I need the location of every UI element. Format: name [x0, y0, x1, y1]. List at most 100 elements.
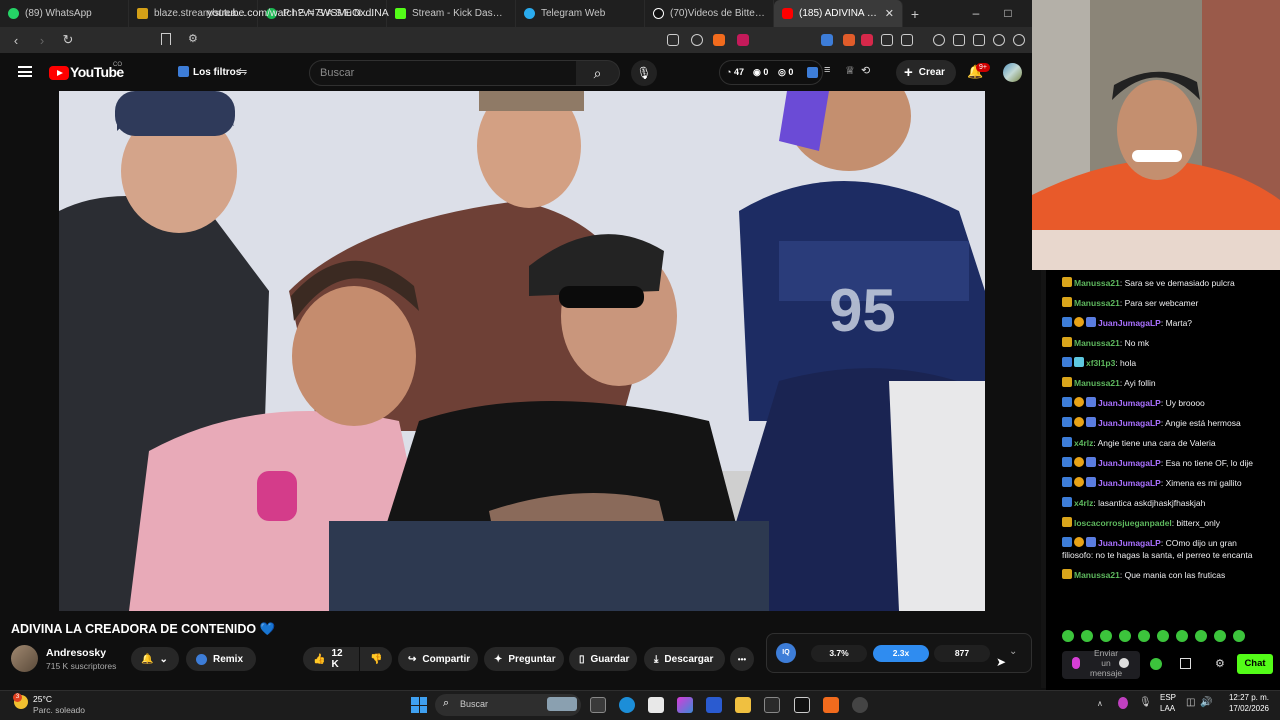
reload-icon[interactable]: ↻	[58, 32, 78, 48]
video-player[interactable]: 95	[59, 91, 985, 611]
trophy-icon[interactable]: ♕	[845, 64, 855, 77]
channel-name[interactable]: Andresosky	[46, 647, 106, 659]
language-label[interactable]: ESP	[1160, 693, 1176, 702]
tray-expand-icon[interactable]: ∧	[1097, 699, 1103, 708]
emote-icon[interactable]	[1062, 630, 1074, 642]
ext-orange-icon[interactable]	[843, 34, 855, 46]
emote-icon[interactable]	[1157, 630, 1169, 642]
app-black-icon[interactable]	[794, 697, 810, 713]
search-input[interactable]: Buscar	[309, 60, 577, 86]
emote-icon[interactable]	[1081, 630, 1093, 642]
menu-icon[interactable]	[18, 66, 32, 77]
vpn-icon[interactable]	[1013, 34, 1025, 46]
copilot-icon[interactable]	[677, 697, 693, 713]
file-explorer-icon[interactable]	[735, 697, 751, 713]
translate-ext-icon[interactable]	[821, 34, 833, 46]
coin-badge-icon	[1074, 397, 1084, 407]
chat-send-button[interactable]: Chat	[1237, 654, 1273, 674]
clock-time[interactable]: 12:27 p. m.	[1224, 693, 1269, 702]
filters-icon[interactable]	[178, 66, 189, 77]
music-icon[interactable]	[933, 34, 945, 46]
edge-icon[interactable]	[619, 697, 635, 713]
emote-icon[interactable]	[1214, 630, 1226, 642]
minimize-button[interactable]: –	[960, 0, 992, 27]
tab-tiktok[interactable]: (70)Videos de Bitter 123 (@	[645, 0, 774, 27]
emoji-icon[interactable]	[1119, 658, 1129, 668]
stat-a: ◔ 47	[726, 67, 744, 77]
like-button[interactable]: 👍 12 K	[303, 647, 359, 671]
youtube-logo-icon[interactable]	[49, 66, 69, 80]
crown-badge-icon	[1086, 317, 1096, 327]
list-icon[interactable]: ≡	[824, 64, 830, 76]
volume-icon[interactable]: 🔊	[1200, 697, 1212, 708]
dislike-button[interactable]: 👎	[360, 647, 392, 671]
store-icon[interactable]	[648, 697, 664, 713]
subscriber-badge-icon	[1062, 277, 1072, 287]
brave-shield-icon[interactable]	[713, 34, 725, 46]
obs-icon[interactable]	[852, 697, 868, 713]
share-icon[interactable]	[691, 34, 703, 46]
screenshot-icon[interactable]	[901, 34, 913, 46]
ms-store-icon[interactable]	[706, 697, 722, 713]
tab-telegram[interactable]: Telegram Web	[516, 0, 645, 27]
network-icon[interactable]: ◫	[1186, 697, 1195, 708]
blaze-icon	[137, 8, 148, 19]
cast-icon[interactable]	[667, 34, 679, 46]
emote-icon[interactable]	[1119, 630, 1131, 642]
wallet-icon[interactable]	[973, 34, 985, 46]
iq-ext-icon[interactable]	[807, 67, 818, 78]
create-button[interactable]: + Crear	[896, 60, 956, 85]
language-label-2[interactable]: LAA	[1160, 704, 1175, 713]
brave-taskbar-icon[interactable]	[823, 697, 839, 713]
emote-icon[interactable]	[1138, 630, 1150, 642]
save-button[interactable]: ▯ Guardar	[569, 647, 637, 671]
forward-icon[interactable]: ›	[32, 33, 52, 48]
tab-whatsapp[interactable]: (89) WhatsApp	[0, 0, 129, 27]
tray-mic-icon[interactable]: 🎙	[1139, 697, 1152, 708]
emote-icon[interactable]	[1176, 630, 1188, 642]
ask-button[interactable]: ✦ Preguntar	[484, 647, 564, 671]
extensions-icon[interactable]	[881, 34, 893, 46]
emote-icon[interactable]	[1100, 630, 1112, 642]
brave-rewards-icon[interactable]	[737, 34, 749, 46]
channel-avatar[interactable]	[11, 645, 38, 672]
filters-label[interactable]: Los filtros	[193, 67, 241, 78]
leo-icon[interactable]	[993, 34, 1005, 46]
pin-icon[interactable]: ⟲	[861, 64, 870, 77]
search-button[interactable]: ⌕	[576, 60, 620, 86]
emote-icon[interactable]	[1233, 630, 1245, 642]
points-icon[interactable]	[1150, 658, 1162, 670]
bookmark-icon[interactable]	[161, 33, 171, 45]
site-settings-icon[interactable]: ⚙	[188, 32, 198, 45]
task-view-icon[interactable]	[590, 697, 606, 713]
terminal-icon[interactable]	[764, 697, 780, 713]
tab-youtube-active[interactable]: (185) ADIVINA LA C✕	[774, 0, 903, 27]
gift-icon[interactable]	[1180, 658, 1191, 669]
tray-app-icon[interactable]	[1118, 697, 1128, 709]
avatar[interactable]	[1003, 63, 1022, 82]
emote-icon[interactable]	[1195, 630, 1207, 642]
share-button[interactable]: ↪ Compartir	[398, 647, 478, 671]
voice-search-button[interactable]: 🎙	[631, 60, 657, 86]
back-icon[interactable]: ‹	[6, 33, 26, 48]
clock-date[interactable]: 17/02/2026	[1224, 704, 1269, 713]
maximize-button[interactable]: □	[992, 0, 1024, 27]
subscribe-bell-button[interactable]: 🔔 ⌄	[131, 647, 179, 671]
chat-settings-icon[interactable]: ⚙	[1215, 657, 1225, 670]
stat-c: ◎ 0	[778, 67, 794, 77]
start-windows-icon[interactable]	[411, 697, 427, 713]
ext-red-icon[interactable]	[861, 34, 873, 46]
chat-message: Manussa21: Sara se ve demasiado pulcra	[1062, 273, 1270, 293]
more-actions-button[interactable]: •••	[730, 647, 754, 671]
url-field[interactable]: youtube.com/watch?v=7WSMuOxdINA	[207, 7, 389, 19]
microphone-chat-icon[interactable]	[1072, 657, 1080, 669]
tab-kick[interactable]: Stream - Kick Dashboard	[387, 0, 516, 27]
coin-badge-icon	[1074, 477, 1084, 487]
sidebar-icon[interactable]	[953, 34, 965, 46]
sliders-icon[interactable]: ⇋	[238, 65, 247, 78]
new-tab-button[interactable]: +	[903, 6, 927, 22]
download-button[interactable]: ⤓ Descargar	[644, 647, 725, 671]
close-tab-icon[interactable]: ✕	[885, 7, 894, 20]
remix-button[interactable]: Remix	[186, 647, 256, 671]
expand-chevron-icon[interactable]: ⌄	[1009, 646, 1017, 657]
